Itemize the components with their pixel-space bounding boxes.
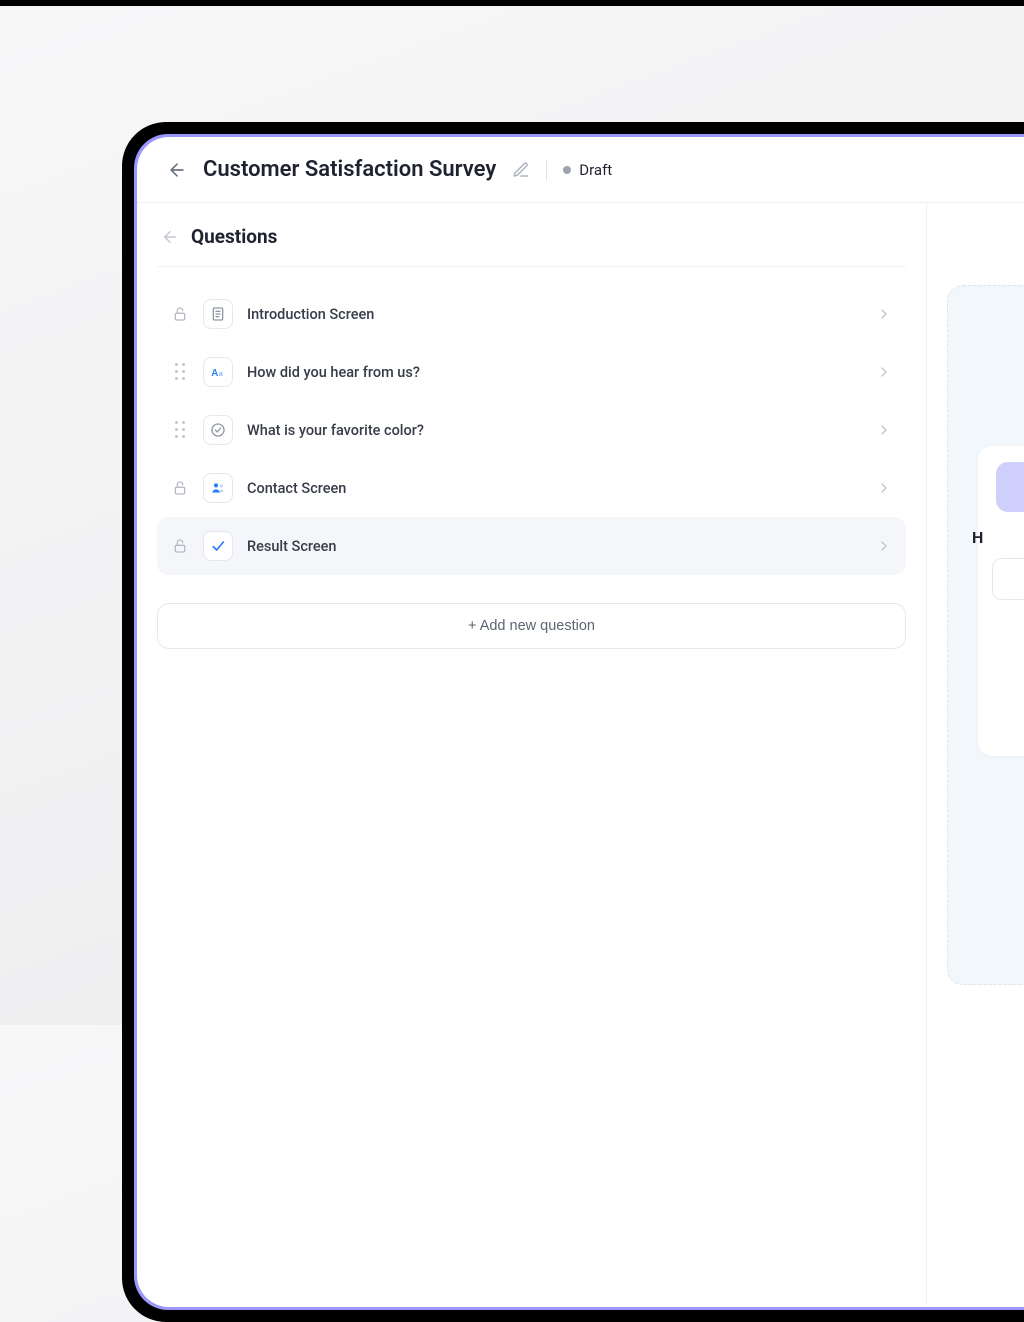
document-icon bbox=[203, 299, 233, 329]
preview-heading-fragment: H bbox=[972, 528, 983, 547]
add-question-button[interactable]: + Add new question bbox=[157, 603, 906, 649]
chevron-right-icon bbox=[876, 480, 892, 496]
header-bar: Customer Satisfaction Survey Draft bbox=[137, 137, 1024, 203]
questions-panel: Questions Introduction Screen bbox=[137, 203, 927, 1303]
preview-card: H bbox=[978, 446, 1024, 756]
page-title: Customer Satisfaction Survey bbox=[203, 157, 496, 182]
app-screen: Customer Satisfaction Survey Draft Quest… bbox=[137, 137, 1024, 1307]
question-label: Result Screen bbox=[247, 538, 862, 555]
status-label: Draft bbox=[579, 161, 612, 179]
question-row[interactable]: Contact Screen bbox=[157, 459, 906, 517]
device-frame-inner: Customer Satisfaction Survey Draft Quest… bbox=[134, 134, 1024, 1310]
lock-icon bbox=[171, 480, 189, 496]
preview-area: H bbox=[947, 285, 1024, 985]
question-label: Contact Screen bbox=[247, 480, 862, 497]
question-row[interactable]: What is your favorite color? bbox=[157, 401, 906, 459]
panel-back-arrow-icon[interactable] bbox=[161, 228, 179, 246]
lock-icon bbox=[171, 538, 189, 554]
preview-panel: Form H bbox=[927, 203, 1024, 1303]
main-layout: Questions Introduction Screen bbox=[137, 203, 1024, 1303]
question-row[interactable]: Introduction Screen bbox=[157, 285, 906, 343]
chevron-right-icon bbox=[876, 306, 892, 322]
status-dot-icon bbox=[563, 166, 571, 174]
status-badge: Draft bbox=[563, 161, 612, 179]
panel-title: Questions bbox=[191, 225, 277, 248]
contact-icon bbox=[203, 473, 233, 503]
check-circle-icon bbox=[203, 415, 233, 445]
preview-avatar-placeholder bbox=[996, 462, 1024, 512]
question-row[interactable]: Result Screen bbox=[157, 517, 906, 575]
question-label: Introduction Screen bbox=[247, 306, 862, 323]
divider bbox=[546, 159, 547, 181]
chevron-right-icon bbox=[876, 422, 892, 438]
drag-handle-icon[interactable] bbox=[171, 363, 189, 381]
panel-header: Questions bbox=[157, 225, 906, 267]
check-icon bbox=[203, 531, 233, 561]
drag-handle-icon[interactable] bbox=[171, 421, 189, 439]
back-arrow-icon[interactable] bbox=[167, 160, 187, 180]
question-label: What is your favorite color? bbox=[247, 422, 862, 439]
questions-list: Introduction Screen Aa How did you hear … bbox=[157, 285, 906, 575]
device-frame: Customer Satisfaction Survey Draft Quest… bbox=[122, 122, 1024, 1322]
question-row[interactable]: Aa How did you hear from us? bbox=[157, 343, 906, 401]
svg-text:A: A bbox=[211, 368, 218, 379]
chevron-right-icon bbox=[876, 364, 892, 380]
chevron-right-icon bbox=[876, 538, 892, 554]
preview-input-placeholder bbox=[992, 558, 1024, 600]
lock-icon bbox=[171, 306, 189, 322]
question-label: How did you hear from us? bbox=[247, 364, 862, 381]
pencil-icon[interactable] bbox=[512, 161, 530, 179]
svg-text:a: a bbox=[219, 369, 224, 378]
text-aa-icon: Aa bbox=[203, 357, 233, 387]
